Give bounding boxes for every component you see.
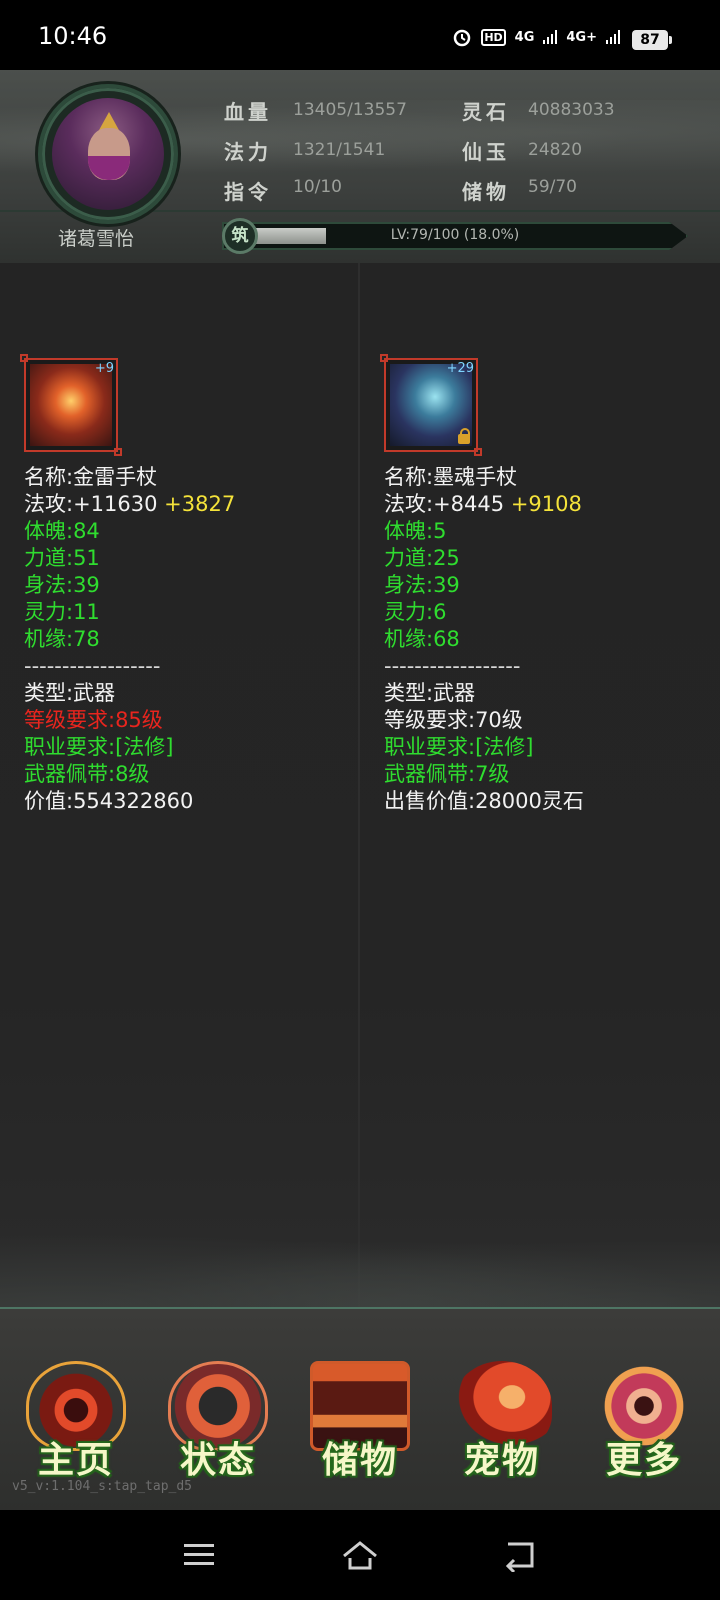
jade-value: 24820 bbox=[528, 140, 583, 160]
item-name: 名称:墨魂手杖 bbox=[384, 465, 518, 489]
spirit-stone-value: 40883033 bbox=[528, 100, 615, 120]
nav-more-label: 更多 bbox=[605, 1439, 682, 1481]
luck: 机缘:78 bbox=[24, 627, 100, 651]
luck: 机缘:68 bbox=[384, 627, 460, 651]
agility: 身法:39 bbox=[384, 573, 460, 597]
character-header: 诸葛雪怡 血量 13405/13557 法力 1321/1541 指令 10/1… bbox=[0, 70, 720, 263]
staff-art-icon bbox=[30, 364, 112, 446]
spirit-stone-label: 灵石 bbox=[462, 100, 510, 124]
network-hd-indicator: HD bbox=[481, 28, 506, 46]
network-4g-plus-indicator: 4G+ bbox=[566, 29, 597, 45]
magic-attack-row: 法攻:+11630 +3827 bbox=[24, 491, 354, 518]
magic-attack: 法攻:+8445 bbox=[384, 492, 505, 516]
status-bar: 10:46 HD 4G 4G+ 87 bbox=[0, 0, 720, 70]
nav-status-label: 状态 bbox=[179, 1439, 256, 1481]
spirit-power: 灵力:6 bbox=[384, 600, 447, 624]
column-separator bbox=[358, 263, 360, 1308]
storage-label: 储物 bbox=[462, 180, 510, 204]
signal-icon bbox=[543, 30, 558, 44]
lock-icon bbox=[458, 428, 470, 444]
item-icon-ink-soul-staff[interactable]: +29 bbox=[380, 354, 482, 456]
home-icon[interactable] bbox=[340, 1538, 380, 1572]
frame-corner bbox=[114, 448, 122, 456]
character-name: 诸葛雪怡 bbox=[58, 228, 135, 250]
frame-corner bbox=[380, 354, 388, 362]
status-time: 10:46 bbox=[38, 22, 108, 50]
level-requirement: 等级要求:70级 bbox=[384, 708, 523, 732]
command-value: 10/10 bbox=[293, 177, 342, 197]
avatar-mask bbox=[88, 156, 130, 180]
level-requirement: 等级要求:85级 bbox=[24, 708, 163, 732]
nav-home-label: 主页 bbox=[37, 1439, 114, 1481]
avatar-portrait bbox=[52, 98, 164, 210]
background-mountains bbox=[0, 1218, 720, 1308]
agility: 身法:39 bbox=[24, 573, 100, 597]
frame-corner bbox=[474, 448, 482, 456]
system-nav-bar bbox=[0, 1510, 720, 1600]
hp-label: 血量 bbox=[224, 100, 272, 124]
item-name: 名称:金雷手杖 bbox=[24, 465, 158, 489]
battery-cap bbox=[669, 36, 672, 44]
jade-label: 仙玉 bbox=[462, 140, 510, 164]
item-card-right: +29 名称:墨魂手杖 法攻:+8445 +9108 体魄:5 力道:25 身法… bbox=[380, 354, 714, 815]
item-type: 类型:武器 bbox=[24, 681, 116, 705]
command-label: 指令 bbox=[224, 180, 272, 204]
mp-label: 法力 bbox=[224, 140, 272, 164]
physique: 体魄:5 bbox=[384, 519, 447, 543]
avatar[interactable] bbox=[38, 84, 178, 224]
nav-more-button[interactable]: 更多 bbox=[584, 1361, 704, 1491]
sell-value: 出售价值:28000灵石 bbox=[384, 789, 584, 813]
weapon-wield-level: 武器佩带:8级 bbox=[24, 762, 150, 786]
version-text: v5_v:1.104_s:tap_tap_d5 bbox=[12, 1479, 193, 1494]
divider: ------------------ bbox=[24, 654, 161, 678]
signal-icon-2 bbox=[606, 30, 620, 44]
battery-indicator: 87 bbox=[632, 30, 668, 50]
enhance-level: +9 bbox=[94, 361, 114, 376]
item-attributes: 名称:墨魂手杖 法攻:+8445 +9108 体魄:5 力道:25 身法:39 … bbox=[384, 464, 714, 815]
item-attributes: 名称:金雷手杖 法攻:+11630 +3827 体魄:84 力道:51 身法:3… bbox=[24, 464, 354, 815]
nav-pet-label: 宠物 bbox=[463, 1439, 540, 1481]
mp-value: 1321/1541 bbox=[293, 140, 386, 160]
nav-storage-label: 储物 bbox=[321, 1439, 398, 1481]
divider: ------------------ bbox=[384, 654, 521, 678]
strength: 力道:51 bbox=[24, 546, 100, 570]
network-4g-indicator: 4G bbox=[514, 29, 535, 45]
level-text: LV:79/100 (18.0%) bbox=[390, 227, 520, 243]
level-progress-bar: LV:79/100 (18.0%) bbox=[222, 222, 688, 250]
magic-attack-bonus: +9108 bbox=[510, 492, 582, 516]
nav-home-button[interactable]: 主页 bbox=[16, 1361, 136, 1491]
class-requirement: 职业要求:[法修] bbox=[384, 735, 534, 759]
status-icons: HD 4G 4G+ bbox=[452, 26, 620, 48]
strength: 力道:25 bbox=[384, 546, 460, 570]
nav-pet-button[interactable]: 宠物 bbox=[442, 1361, 562, 1491]
item-type: 类型:武器 bbox=[384, 681, 476, 705]
nav-status-button[interactable]: 状态 bbox=[158, 1361, 278, 1491]
frame-corner bbox=[20, 354, 28, 362]
item-card-left: +9 名称:金雷手杖 法攻:+11630 +3827 体魄:84 力道:51 身… bbox=[20, 354, 354, 815]
class-requirement: 职业要求:[法修] bbox=[24, 735, 174, 759]
weapon-wield-level: 武器佩带:7级 bbox=[384, 762, 510, 786]
storage-value: 59/70 bbox=[528, 177, 577, 197]
back-icon[interactable] bbox=[500, 1538, 540, 1572]
hp-value: 13405/13557 bbox=[293, 100, 407, 120]
magic-attack-bonus: +3827 bbox=[164, 492, 236, 516]
magic-attack-row: 法攻:+8445 +9108 bbox=[384, 491, 714, 518]
nav-storage-button[interactable]: 储物 bbox=[300, 1361, 420, 1491]
spirit-power: 灵力:11 bbox=[24, 600, 100, 624]
enhance-level: +29 bbox=[446, 361, 474, 376]
magic-attack: 法攻:+11630 bbox=[24, 492, 158, 516]
item-compare-panel: +9 名称:金雷手杖 法攻:+11630 +3827 体魄:84 力道:51 身… bbox=[0, 263, 720, 1308]
realm-badge: 筑 bbox=[222, 218, 258, 254]
alarm-icon bbox=[454, 29, 471, 47]
menu-icon[interactable] bbox=[180, 1538, 220, 1572]
physique: 体魄:84 bbox=[24, 519, 100, 543]
item-value: 价值:554322860 bbox=[24, 789, 194, 813]
item-icon-gold-thunder-staff[interactable]: +9 bbox=[20, 354, 122, 456]
